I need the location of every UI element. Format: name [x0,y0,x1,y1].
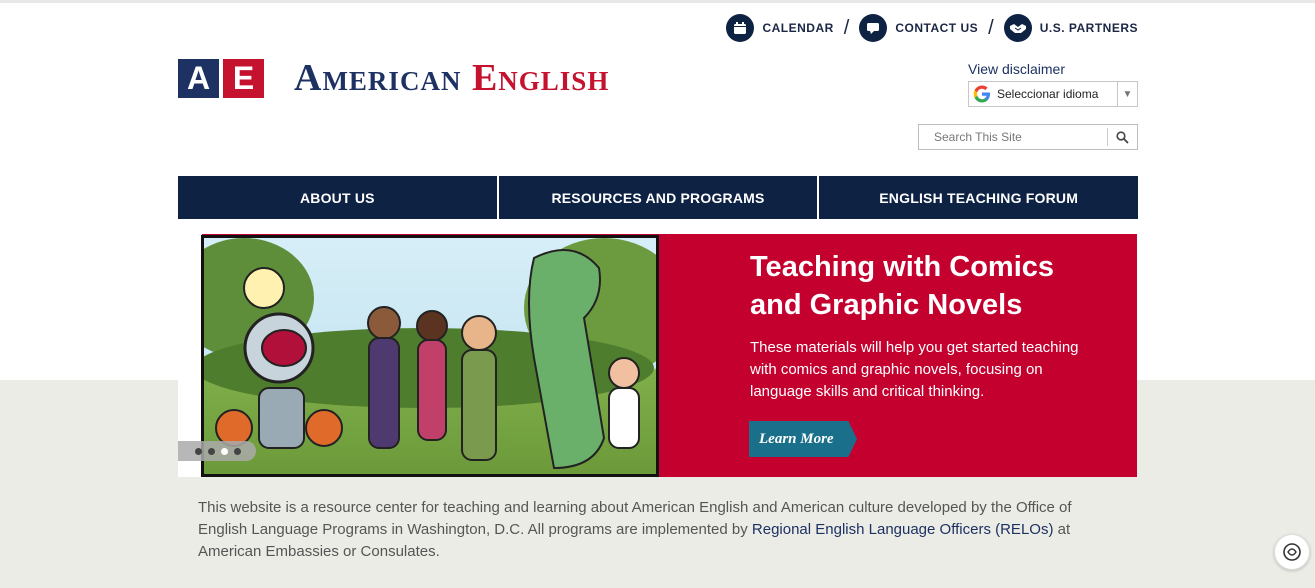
language-select-value: Seleccionar idioma [997,87,1099,101]
logo-wordmark: American English [294,56,609,100]
top-strip [0,0,1315,3]
logo-letter-e: E [223,58,264,98]
google-icon [973,85,991,103]
handshake-icon [1003,14,1032,42]
nav-about-us[interactable]: ABOUT US [178,176,499,219]
carousel-dot[interactable] [208,447,215,455]
hero-comic-image [201,235,659,477]
chat-icon [859,14,888,42]
language-select[interactable]: Seleccionar idioma ▼ [968,81,1138,107]
calendar-icon [726,14,755,42]
view-disclaimer-link[interactable]: View disclaimer [968,61,1065,77]
us-partners-label: U.S. PARTNERS [1039,21,1138,35]
site-logo[interactable]: A E American English [178,56,609,100]
logo-word-american: American [294,57,462,99]
search-icon [1116,130,1129,144]
main-nav: ABOUT US RESOURCES AND PROGRAMS ENGLISH … [178,176,1138,219]
calendar-label: CALENDAR [762,21,834,35]
carousel-dot[interactable] [195,447,202,455]
hero-title: Teaching with Comics and Graphic Novels [750,251,1055,321]
logo-word-english: English [471,57,610,99]
hero-carousel: Teaching with Comics and Graphic Novels … [178,234,1137,477]
learn-more-button[interactable]: Learn More [749,421,857,457]
contact-us-label: CONTACT US [895,21,979,35]
carousel-pagination [178,441,256,461]
nav-resources-and-programs[interactable]: RESOURCES AND PROGRAMS [499,176,820,219]
chevron-down-icon: ▼ [1117,82,1137,106]
hero-description: These materials will help you get starte… [750,339,1079,400]
logo-letter-a: A [178,58,219,98]
carousel-dot-active[interactable] [221,447,228,455]
utility-separator: / [843,16,850,39]
search-button[interactable] [1107,128,1137,146]
search-input[interactable] [919,125,1107,149]
relos-link[interactable]: Regional English Language Officers (RELO… [752,521,1054,538]
utility-nav: CALENDAR / CONTACT US / U.S. PARTNERS [726,14,1138,42]
utility-separator: / [988,16,994,39]
assistant-icon[interactable] [1274,534,1310,570]
contact-us-link[interactable]: CONTACT US [859,14,978,42]
carousel-dot[interactable] [234,447,241,455]
calendar-link[interactable]: CALENDAR [726,14,833,42]
us-partners-link[interactable]: U.S. PARTNERS [1003,14,1138,42]
nav-english-teaching-forum[interactable]: ENGLISH TEACHING FORUM [819,176,1138,219]
site-search [918,124,1138,150]
site-intro: This website is a resource center for te… [198,497,1088,563]
